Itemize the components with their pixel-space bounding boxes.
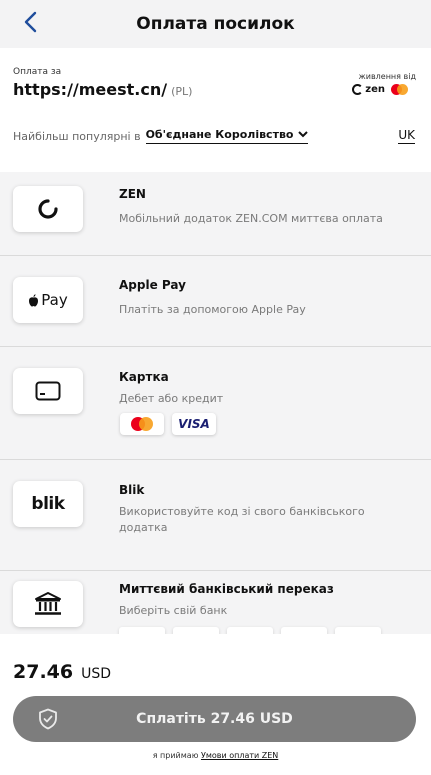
zen-logo-icon (13, 186, 83, 232)
apple-pay-icon: Pay (13, 277, 83, 323)
payment-method-description: Дебет або кредит (119, 392, 224, 405)
blik-logo-icon: blik (13, 481, 83, 527)
payment-method-blik[interactable]: blik Blik Використовуйте код зі свого ба… (0, 460, 431, 571)
header: Оплата посилок (0, 0, 431, 48)
merchant-country-code: (PL) (171, 85, 193, 98)
bank-logo (227, 627, 273, 634)
back-arrow-icon[interactable] (20, 10, 44, 34)
bank-logo (335, 627, 381, 634)
mastercard-icon (131, 417, 153, 431)
mastercard-icon (391, 84, 408, 95)
apple-pay-text: Pay (41, 291, 68, 309)
terms-text: я приймаю Умови оплати ZEN (0, 751, 431, 760)
shield-check-icon (39, 708, 57, 730)
merchant-url: https://meest.cn/(PL) (13, 80, 192, 99)
bank-icon (13, 581, 83, 627)
card-icon (13, 368, 83, 414)
zen-logo-icon (352, 84, 364, 95)
pay-button[interactable]: Сплатіть 27.46 USD (13, 696, 416, 742)
blik-logo-text: blik (31, 494, 65, 514)
payment-methods-list: ZEN Мобільний додаток ZEN.COM миттєва оп… (0, 172, 431, 634)
payment-method-bank-transfer[interactable]: Миттєвий банківський переказ Виберіть св… (0, 571, 431, 634)
mastercard-badge (120, 413, 164, 435)
total-amount-value: 27.46 (13, 661, 74, 683)
merchant-panel: Оплата за https://meest.cn/(PL) живлення… (0, 48, 431, 172)
apple-icon (29, 293, 39, 306)
zen-brand-logo: zen (352, 84, 408, 95)
payment-method-card[interactable]: Картка Дебет або кредит VISA (0, 347, 431, 460)
payment-method-description: Мобільний додаток ZEN.COM миттєва оплата (119, 212, 383, 225)
visa-logo: VISA (178, 417, 210, 431)
visa-badge: VISA (172, 413, 216, 435)
merchant-url-text: https://meest.cn/ (13, 80, 168, 99)
payment-footer: 27.46 USD Сплатіть 27.46 USD я приймаю У… (0, 634, 431, 775)
country-selected: Об'єднане Королівство (145, 128, 294, 141)
payment-method-zen[interactable]: ZEN Мобільний додаток ZEN.COM миттєва оп… (0, 172, 431, 256)
powered-by-label: живлення від (358, 72, 416, 81)
terms-prefix: я приймаю (152, 751, 199, 760)
chevron-down-icon (298, 131, 309, 138)
terms-link[interactable]: Умови оплати ZEN (201, 751, 278, 760)
country-row: Найбільш популярні в Об'єднане Королівст… (13, 128, 309, 144)
bank-logo (119, 627, 165, 634)
payment-method-name: Blik (119, 483, 145, 497)
page-title: Оплата посилок (136, 14, 295, 34)
language-select[interactable]: UK (398, 128, 415, 144)
total-currency: USD (81, 666, 112, 682)
bank-logo (173, 627, 219, 634)
total-amount: 27.46 USD (13, 661, 111, 683)
zen-brand-text: zen (365, 84, 385, 95)
payment-method-description: Виберіть свій банк (119, 604, 228, 617)
country-label: Найбільш популярні в (13, 129, 141, 143)
payment-method-name: Картка (119, 370, 169, 384)
payment-method-name: ZEN (119, 187, 146, 201)
payment-method-description: Платіть за допомогою Apple Pay (119, 303, 306, 316)
payment-method-name: Apple Pay (119, 278, 186, 292)
payment-method-apple-pay[interactable]: Pay Apple Pay Платіть за допомогою Apple… (0, 256, 431, 347)
payment-method-description: Використовуйте код зі свого банківського… (119, 505, 365, 534)
merchant-label: Оплата за (13, 67, 62, 77)
country-select[interactable]: Об'єднане Королівство (145, 128, 309, 144)
payment-method-name: Миттєвий банківський переказ (119, 582, 334, 596)
pay-button-label: Сплатіть 27.46 USD (136, 711, 293, 727)
bank-logo (281, 627, 327, 634)
bank-logos-row (119, 627, 381, 634)
